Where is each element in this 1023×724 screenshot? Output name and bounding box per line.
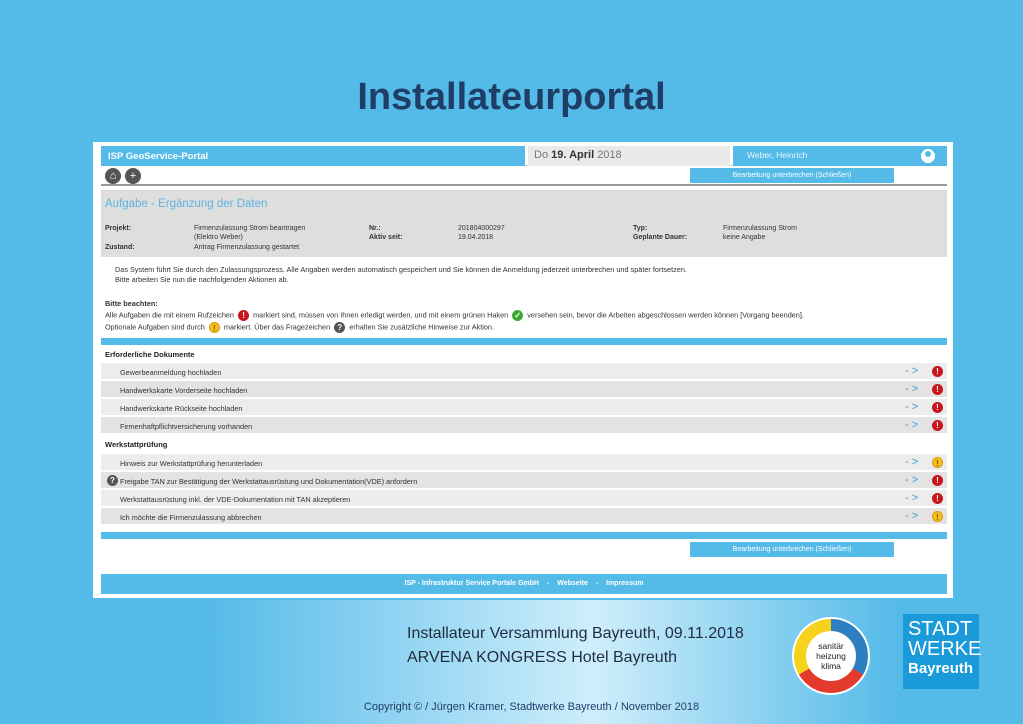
section-head-dokumente: Erforderliche Dokumente: [101, 347, 947, 361]
exclamation-icon: !: [932, 402, 943, 413]
chevron-right-icon[interactable]: - >: [905, 419, 918, 431]
value-dauer: keine Angabe: [723, 234, 766, 241]
task-row-label: Hinweis zur Werkstattprüfung herunterlad…: [120, 459, 263, 468]
section-head-werkstatt: Werkstattprüfung: [101, 437, 947, 451]
value-projekt-2: (Elektro Weber): [194, 234, 243, 241]
task-row[interactable]: ? Freigabe TAN zur Bestätigung der Werks…: [101, 472, 947, 489]
note1-part-a: Alle Aufgaben die mit einem Rufzeichen: [105, 310, 234, 320]
divider-bar: [101, 532, 947, 539]
plus-icon[interactable]: +: [125, 168, 141, 184]
footer-separator: -: [595, 580, 599, 587]
footer-separator: -: [546, 580, 550, 587]
shk-logo-line: heizung: [816, 651, 846, 661]
shk-logo: sanitär heizung klima: [792, 617, 870, 695]
chevron-right-icon[interactable]: - >: [905, 365, 918, 377]
user-menu[interactable]: Weber, Heinrich: [733, 146, 947, 166]
exclamation-icon: !: [932, 475, 943, 486]
stadtwerke-logo-line: Bayreuth: [908, 660, 974, 677]
task-row[interactable]: Firmenhaftpflichtversicherung vorhanden …: [101, 417, 947, 434]
note-head: Bitte beachten:: [105, 299, 158, 308]
task-row-label: Handwerkskarte Vorderseite hochladen: [120, 386, 248, 395]
exclamation-icon: !: [932, 493, 943, 504]
note-line-2: Optionale Aufgaben sind durch ! markiert…: [105, 322, 494, 333]
chevron-right-icon[interactable]: - >: [905, 456, 918, 468]
stadtwerke-logo-line: STADT: [908, 618, 973, 640]
footer-link-impressum[interactable]: Impressum: [606, 580, 643, 587]
user-name: Weber, Heinrich: [747, 150, 808, 160]
date-display: Do 19. April 2018: [528, 146, 730, 166]
label-aktiv: Aktiv seit:: [369, 234, 403, 241]
portal-topbar: ISP GeoService-Portal Do 19. April 2018 …: [101, 146, 947, 166]
exclamation-icon: !: [932, 366, 943, 377]
task-row-label: Gewerbeanmeldung hochladen: [120, 368, 222, 377]
copyright-text: Copyright © / Jürgen Kramer, Stadtwerke …: [363, 701, 700, 713]
portal-footer: ISP - Infrastruktur Service Portale GmbH…: [101, 574, 947, 594]
task-row-label: Ich möchte die Firmenzulassung abbrechen: [120, 513, 262, 522]
shk-logo-text: sanitär heizung klima: [806, 631, 856, 681]
footer-link-webseite[interactable]: Webseite: [557, 580, 588, 587]
chevron-right-icon[interactable]: - >: [905, 383, 918, 395]
date-prefix: Do: [534, 149, 549, 161]
pause-button-top[interactable]: Bearbeitung unterbrechen (Schließen): [690, 168, 894, 183]
note2-part-a: Optionale Aufgaben sind durch: [105, 322, 205, 332]
task-row-label: Werkstattausrüstung inkl. der VDE-Dokume…: [120, 495, 351, 504]
exclamation-icon: !: [932, 420, 943, 431]
task-row[interactable]: Gewerbeanmeldung hochladen - > !: [101, 363, 947, 380]
optional-icon: !: [932, 457, 943, 468]
task-row[interactable]: Werkstattausrüstung inkl. der VDE-Dokume…: [101, 490, 947, 507]
task-row[interactable]: Handwerkskarte Rückseite hochladen - > !: [101, 399, 947, 416]
shk-logo-line: klima: [821, 661, 841, 671]
label-dauer: Geplante Dauer:: [633, 234, 688, 241]
home-icon[interactable]: ⌂: [105, 168, 121, 184]
chevron-right-icon[interactable]: - >: [905, 510, 918, 522]
task-row[interactable]: Handwerkskarte Vorderseite hochladen - >…: [101, 381, 947, 398]
task-title: Aufgabe - Ergänzung der Daten: [105, 198, 268, 210]
date-day-month: 19. April: [551, 149, 595, 161]
optional-icon: !: [208, 322, 220, 333]
slide-title: Installateurportal: [357, 76, 666, 118]
note1-part-b: markiert sind, müssen von Ihnen erledigt…: [253, 310, 509, 320]
note1-part-c: versehen sein, bevor die Arbeiten abgesc…: [527, 310, 804, 320]
info-box: Das System führt Sie durch den Zulassung…: [101, 257, 947, 339]
chevron-right-icon[interactable]: - >: [905, 492, 918, 504]
task-row[interactable]: Hinweis zur Werkstattprüfung herunterlad…: [101, 454, 947, 471]
task-row-label: Freigabe TAN zur Bestätigung der Werksta…: [120, 477, 418, 486]
portal-toolbar: ⌂ + Bearbeitung unterbrechen (Schließen): [101, 166, 947, 186]
stadtwerke-logo-line: WERKE: [908, 638, 982, 660]
stadtwerke-logo: STADT WERKE Bayreuth: [903, 614, 982, 689]
label-projekt: Projekt:: [105, 225, 132, 232]
task-row-label: Firmenhaftpflichtversicherung vorhanden: [120, 422, 253, 431]
exclamation-icon: !: [932, 384, 943, 395]
value-zustand: Antrag Firmenzulassung gestartet: [194, 244, 300, 251]
portal-brand[interactable]: ISP GeoService-Portal: [101, 146, 525, 166]
question-icon[interactable]: ?: [107, 475, 118, 486]
note-line-1: Alle Aufgaben die mit einem Rufzeichen !…: [105, 310, 804, 321]
divider-bar: [101, 338, 947, 345]
footer-company: ISP - Infrastruktur Service Portale GmbH: [404, 580, 539, 587]
checkmark-icon: ✓: [512, 310, 524, 321]
user-avatar-icon[interactable]: [921, 149, 935, 163]
info-line-2: Bitte arbeiten Sie nun die nachfolgenden…: [115, 275, 289, 284]
event-line-2: ARVENA KONGRESS Hotel Bayreuth: [407, 649, 678, 666]
pause-button-bottom[interactable]: Bearbeitung unterbrechen (Schließen): [690, 542, 894, 557]
question-icon: ?: [334, 322, 346, 333]
date-year: 2018: [597, 149, 622, 161]
event-line-1: Installateur Versammlung Bayreuth, 09.11…: [407, 625, 744, 642]
info-line-1: Das System führt Sie durch den Zulassung…: [115, 265, 687, 274]
note2-part-c: erhalten Sie zusätzliche Hinweise zur Ak…: [349, 322, 494, 332]
portal-screenshot: ISP GeoService-Portal Do 19. April 2018 …: [93, 142, 953, 598]
chevron-right-icon[interactable]: - >: [905, 474, 918, 486]
optional-icon: !: [932, 511, 943, 522]
chevron-right-icon[interactable]: - >: [905, 401, 918, 413]
shk-logo-line: sanitär: [818, 641, 844, 651]
label-zustand: Zustand:: [105, 244, 135, 251]
exclamation-icon: !: [238, 310, 250, 321]
task-header: Aufgabe - Ergänzung der Daten Projekt: F…: [101, 190, 947, 257]
event-info: Installateur Versammlung Bayreuth, 09.11…: [407, 622, 744, 670]
note2-part-b: markiert. Über das Fragezeichen: [223, 322, 331, 332]
value-aktiv: 19.04.2018: [458, 234, 494, 241]
task-row-label: Handwerkskarte Rückseite hochladen: [120, 404, 243, 413]
task-row[interactable]: Ich möchte die Firmenzulassung abbrechen…: [101, 508, 947, 525]
